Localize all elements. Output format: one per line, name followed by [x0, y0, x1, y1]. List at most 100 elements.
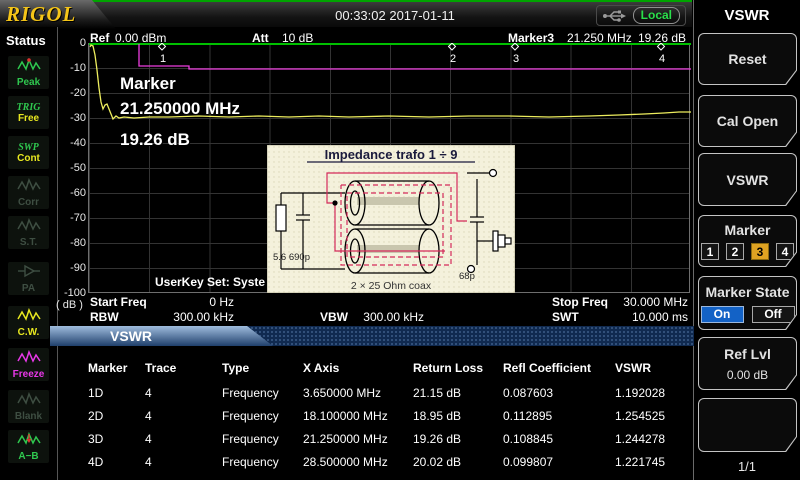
table-cell: 0.108845 [503, 432, 615, 446]
table-row: 4D4Frequency28.500000 MHz20.02 dB0.09980… [88, 450, 788, 473]
clock: 00:33:02 2017-01-11 [300, 8, 490, 23]
ref-lvl-value: 0.00 dB [727, 368, 768, 382]
ref-lvl-button[interactable]: Ref Lvl 0.00 dB [698, 337, 797, 390]
y-axis-tick: -100 [58, 287, 86, 299]
table-cell: 0.099807 [503, 455, 615, 469]
marker-table-header: MarkerTraceTypeX AxisReturn LossRefl Coe… [88, 355, 788, 381]
marker-state-off[interactable]: Off [752, 306, 795, 323]
table-cell: 1D [88, 386, 145, 400]
status-item-label: A−B [18, 452, 38, 462]
status-item-label: C.W. [18, 328, 40, 338]
softkey-menu: VSWR Reset Cal Open VSWR Marker 1234 Mar… [694, 0, 800, 480]
table-cell: 4 [145, 409, 222, 423]
table-column-header: X Axis [303, 361, 413, 375]
blank-icon [17, 392, 41, 411]
y-axis-unit: ( dB ) [56, 299, 83, 311]
table-cell: Frequency [222, 386, 303, 400]
table-cell: 4D [88, 455, 145, 469]
reset-button[interactable]: Reset [698, 33, 797, 85]
marker-select-button[interactable]: Marker 1234 [698, 215, 797, 267]
table-cell: 4 [145, 386, 222, 400]
pa-icon [17, 264, 41, 283]
table-column-header: Trace [145, 361, 222, 375]
status-item-tag: TRIG [17, 102, 41, 113]
marker-number: 1 [160, 53, 166, 65]
table-column-header: Type [222, 361, 303, 375]
table-cell: 0.112895 [503, 409, 615, 423]
empty-softkey[interactable] [698, 398, 797, 452]
table-cell: Frequency [222, 409, 303, 423]
marker-3: 3 [512, 43, 520, 65]
function-tab-label: VSWR [110, 328, 152, 344]
table-cell: 20.02 dB [413, 455, 503, 469]
menu-page-indicator: 1/1 [694, 459, 800, 474]
usb-icon [602, 9, 628, 23]
marker-info-amp: 19.26 dB [120, 130, 190, 150]
stop-freq-label: Stop Freq [552, 295, 608, 309]
marker-number-box-2[interactable]: 2 [726, 243, 744, 260]
marker-info-freq: 21.250000 MHz [120, 99, 240, 119]
inset-title: Impedance trafo 1 ÷ 9 [325, 147, 458, 162]
marker-number-box-3[interactable]: 3 [751, 243, 769, 260]
table-row: 2D4Frequency18.100000 MHz18.95 dB0.11289… [88, 404, 788, 427]
rbw-value: 300.00 kHz [150, 310, 234, 324]
table-cell: 21.250000 MHz [303, 432, 413, 446]
status-item-label: Peak [17, 78, 40, 88]
function-tab-bar: VSWR [50, 326, 694, 346]
table-cell: 3.650000 MHz [303, 386, 413, 400]
status-item-corr: Corr [8, 176, 49, 209]
start-freq-label: Start Freq [90, 295, 147, 309]
table-cell: 3D [88, 432, 145, 446]
vswr-button[interactable]: VSWR [698, 153, 797, 206]
stop-freq-value: 30.000 MHz [606, 295, 688, 309]
status-item-label: S.T. [20, 238, 37, 248]
table-cell: 18.100000 MHz [303, 409, 413, 423]
brand-logo: RIGOL [0, 0, 116, 29]
inset-component-values: 5.6 690p [273, 252, 310, 263]
marker-state-on[interactable]: On [701, 306, 744, 323]
y-axis-tick: -60 [58, 187, 86, 199]
ab-icon [17, 432, 41, 451]
st-icon [17, 218, 41, 237]
y-axis-tick: -20 [58, 87, 86, 99]
table-cell: 4 [145, 432, 222, 446]
table-row: 3D4Frequency21.250000 MHz19.26 dB0.10884… [88, 427, 788, 450]
table-cell: Frequency [222, 455, 303, 469]
vbw-value: 300.00 kHz [340, 310, 424, 324]
marker-number: 3 [513, 53, 519, 65]
marker-number-box-1[interactable]: 1 [701, 243, 719, 260]
table-cell: 19.26 dB [413, 432, 503, 446]
table-column-header: Marker [88, 361, 145, 375]
status-item-tag: SWP [18, 142, 39, 153]
marker-info-title: Marker [120, 74, 176, 94]
cw-icon [17, 308, 41, 327]
table-cell: Frequency [222, 432, 303, 446]
marker-table: MarkerTraceTypeX AxisReturn LossRefl Coe… [88, 355, 788, 473]
status-item-ab: A−B [8, 430, 49, 463]
table-cell: 21.15 dB [413, 386, 503, 400]
marker-number-box-4[interactable]: 4 [776, 243, 794, 260]
y-axis-tick: -90 [58, 262, 86, 274]
status-item-freeze: Freeze [8, 348, 49, 381]
cal-open-button[interactable]: Cal Open [698, 95, 797, 147]
status-item-cw: C.W. [8, 306, 49, 339]
menu-title: VSWR [694, 7, 800, 24]
instrument-screen: RIGOL 00:33:02 2017-01-11 Local Status P… [0, 0, 800, 480]
status-item-label: Blank [15, 412, 42, 422]
status-item-blank: Blank [8, 390, 49, 423]
marker-state-button[interactable]: Marker State On Off [698, 276, 797, 330]
table-cell: 2D [88, 409, 145, 423]
corr-icon [17, 178, 41, 197]
status-item-label: Free [18, 114, 39, 124]
y-axis-tick: -10 [58, 62, 86, 74]
status-item-st: S.T. [8, 216, 49, 249]
trace-magenta [139, 44, 691, 69]
table-column-header: Refl Coefficient [503, 361, 615, 375]
inset-cap-value: 68p [459, 271, 475, 282]
swt-label: SWT [552, 310, 579, 324]
schematic-inset: Impedance trafo 1 ÷ 9 [267, 145, 515, 293]
y-axis-tick: 0 [58, 37, 86, 49]
status-item-label: Freeze [13, 370, 45, 380]
marker-4: 4 [658, 43, 666, 65]
table-cell: 28.500000 MHz [303, 455, 413, 469]
